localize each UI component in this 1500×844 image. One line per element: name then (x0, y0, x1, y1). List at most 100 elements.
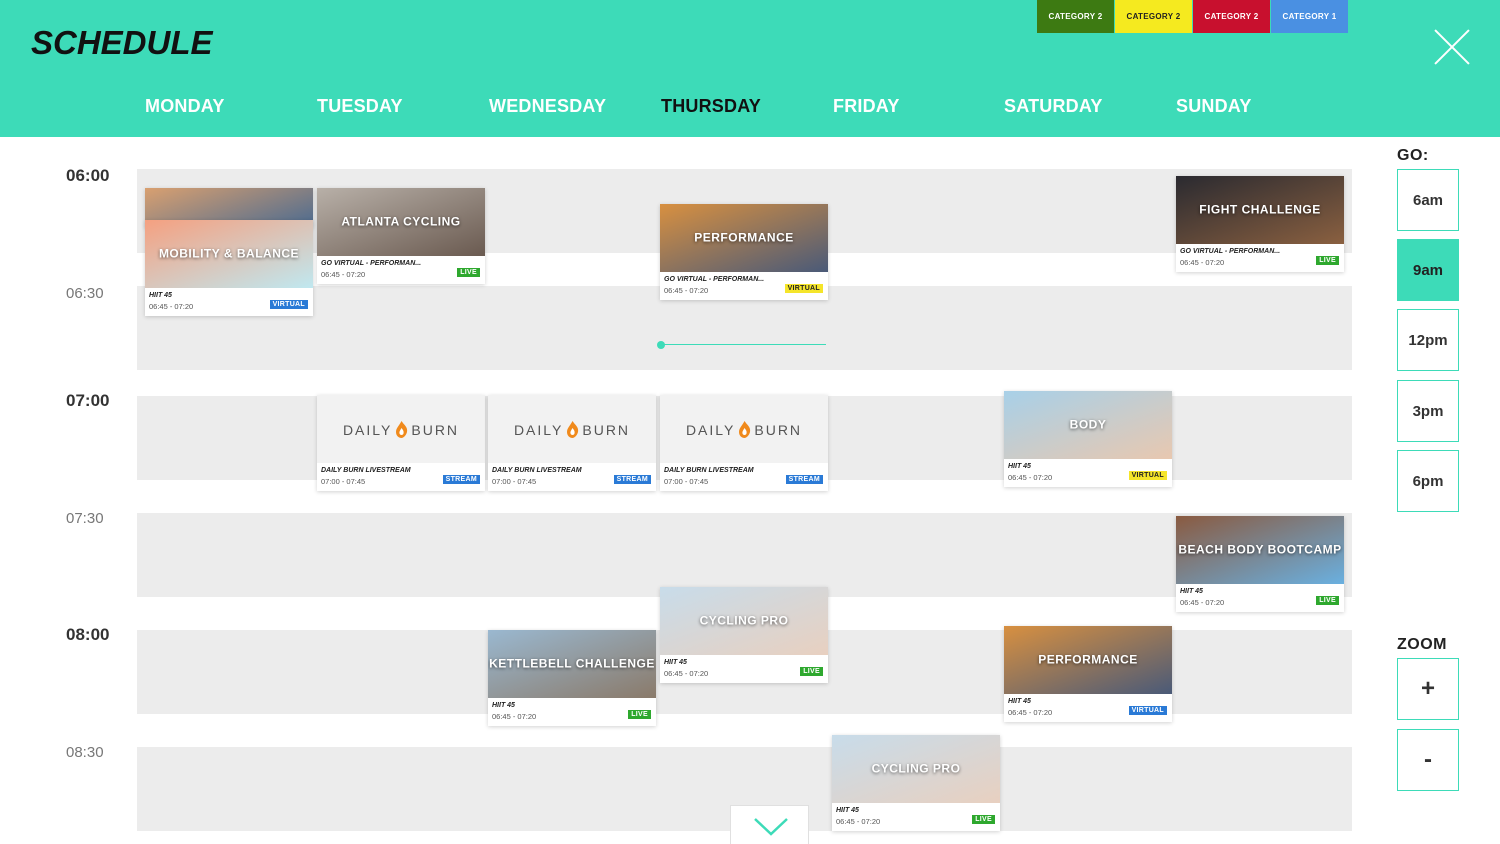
event-badge: LIVE (800, 667, 823, 676)
event-badge: STREAM (613, 475, 651, 484)
event-card[interactable]: CYCLING PRO HIIT 45 06:45 - 07:20 LIVE (660, 587, 828, 683)
current-time-dot (657, 341, 665, 349)
zoom-out-button[interactable]: - (1397, 729, 1459, 791)
event-name: DAILY BURN LIVESTREAM (321, 467, 411, 474)
event-badge: VIRTUAL (784, 284, 823, 293)
page-title: SCHEDULE (31, 24, 213, 61)
event-thumbnail-title: PERFORMANCE (694, 230, 794, 245)
event-time: 06:45 - 07:20 (492, 712, 537, 721)
event-name: HIIT 45 (149, 292, 172, 299)
day-tabs: MONDAY TUESDAY WEDNESDAY THURSDAY FRIDAY… (0, 96, 1500, 120)
event-thumbnail-title: ATLANTA CYCLING (341, 214, 461, 229)
time-label: 08:30 (66, 744, 104, 761)
tab-thursday[interactable]: THURSDAY (661, 96, 761, 117)
event-thumbnail-title: CYCLING PRO (699, 613, 789, 628)
category-filter-2[interactable]: CATEGORY 2 (1193, 0, 1270, 33)
category-filter-1[interactable]: CATEGORY 2 (1115, 0, 1192, 33)
event-card[interactable]: BODY HIIT 45 06:45 - 07:20 VIRTUAL (1004, 391, 1172, 487)
event-time: 07:00 - 07:45 (492, 477, 537, 486)
event-time: 06:45 - 07:20 (149, 302, 194, 311)
event-thumbnail-title: MOBILITY & BALANCE (158, 246, 300, 261)
event-thumbnail: BEACH BODY BOOTCAMP (1176, 516, 1344, 584)
go-3pm-button[interactable]: 3pm (1397, 380, 1459, 442)
event-thumbnail: FIGHT CHALLENGE (1176, 176, 1344, 244)
event-thumbnail: BODY (1004, 391, 1172, 459)
event-thumbnail-title: FIGHT CHALLENGE (1199, 202, 1321, 217)
event-name: GO VIRTUAL - PERFORMAN... (321, 260, 422, 267)
time-label: 08:00 (66, 625, 110, 644)
tab-wednesday[interactable]: WEDNESDAY (489, 96, 606, 117)
event-badge: VIRTUAL (1128, 471, 1167, 480)
event-card[interactable]: DAILY BURN DAILY BURN LIVESTREAM 07:00 - 07… (660, 395, 828, 491)
event-card[interactable]: ATLANTA CYCLING GO VIRTUAL - PERFORMAN...… (317, 188, 485, 284)
event-thumbnail: MOBILITY & BALANCE (145, 220, 313, 288)
event-badge: LIVE (1316, 256, 1339, 265)
event-badge: VIRTUAL (269, 300, 308, 309)
tab-monday[interactable]: MONDAY (145, 96, 225, 117)
go-12pm-button[interactable]: 12pm (1397, 309, 1459, 371)
event-card[interactable]: DAILY BURN DAILY BURN LIVESTREAM 07:00 - 07… (317, 395, 485, 491)
event-thumbnail: PERFORMANCE (1004, 626, 1172, 694)
time-band (137, 513, 1352, 597)
event-name: HIIT 45 (836, 807, 859, 814)
event-card[interactable]: MOBILITY & BALANCE HIIT 45 06:45 - 07:20 VI… (145, 220, 313, 316)
time-label: 07:00 (66, 391, 110, 410)
event-time: 06:45 - 07:20 (1180, 258, 1225, 267)
event-badge: STREAM (442, 475, 480, 484)
event-card[interactable]: DAILY BURN DAILY BURN LIVESTREAM 07:00 - 07… (488, 395, 656, 491)
event-name: DAILY BURN LIVESTREAM (492, 467, 582, 474)
event-thumbnail: DAILY BURN (660, 395, 828, 463)
event-card[interactable]: BEACH BODY BOOTCAMP HIIT 45 06:45 - 07:20 L… (1176, 516, 1344, 612)
event-time: 06:45 - 07:20 (1008, 473, 1053, 482)
event-time: 07:00 - 07:45 (664, 477, 709, 486)
event-name: GO VIRTUAL - PERFORMAN... (1180, 248, 1281, 255)
event-name: HIIT 45 (1008, 698, 1031, 705)
event-thumbnail-title: BEACH BODY BOOTCAMP (1178, 542, 1342, 557)
event-thumbnail: CYCLING PRO (660, 587, 828, 655)
event-card[interactable]: FIGHT CHALLENGE GO VIRTUAL - PERFORMAN...… (1176, 176, 1344, 272)
event-badge: LIVE (1316, 596, 1339, 605)
event-name: HIIT 45 (664, 659, 687, 666)
event-thumbnail: DAILY BURN (488, 395, 656, 463)
go-6pm-button[interactable]: 6pm (1397, 450, 1459, 512)
go-6am-button[interactable]: 6am (1397, 169, 1459, 231)
daily-burn-logo: DAILY BURN (685, 421, 803, 438)
event-name: HIIT 45 (1180, 588, 1203, 595)
tab-sunday[interactable]: SUNDAY (1176, 96, 1252, 117)
tab-tuesday[interactable]: TUESDAY (317, 96, 403, 117)
event-card[interactable]: PERFORMANCE GO VIRTUAL - PERFORMAN... 06:4… (660, 204, 828, 300)
current-time-line (661, 344, 826, 345)
tab-friday[interactable]: FRIDAY (833, 96, 900, 117)
chevron-down-icon (754, 818, 788, 836)
header: SCHEDULE CATEGORY 2 CATEGORY 2 CATEGORY … (0, 0, 1500, 137)
category-filter-0[interactable]: CATEGORY 2 (1037, 0, 1114, 33)
event-card[interactable]: PERFORMANCE HIIT 45 06:45 - 07:20 VIRTUAL (1004, 626, 1172, 722)
scroll-down-button[interactable] (730, 805, 809, 844)
time-label: 06:00 (66, 166, 110, 185)
daily-burn-logo: DAILY BURN (513, 421, 631, 438)
category-filter-3[interactable]: CATEGORY 1 (1271, 0, 1348, 33)
event-thumbnail-title: CYCLING PRO (871, 761, 961, 776)
close-icon[interactable] (1432, 27, 1472, 67)
event-time: 06:45 - 07:20 (1180, 598, 1225, 607)
event-name: GO VIRTUAL - PERFORMAN... (664, 276, 765, 283)
go-9am-button[interactable]: 9am (1397, 239, 1459, 301)
event-thumbnail-title: BODY (1069, 417, 1107, 432)
event-badge: STREAM (785, 475, 823, 484)
category-filters: CATEGORY 2 CATEGORY 2 CATEGORY 2 CATEGOR… (1037, 0, 1349, 33)
event-card[interactable]: KETTLEBELL CHALLENGE HIIT 45 06:45 - 07:20… (488, 630, 656, 726)
event-badge: LIVE (457, 268, 480, 277)
event-thumbnail-title: PERFORMANCE (1038, 652, 1138, 667)
event-badge: LIVE (628, 710, 651, 719)
event-time: 06:45 - 07:20 (321, 270, 366, 279)
event-thumbnail: CYCLING PRO (832, 735, 1000, 803)
event-card[interactable]: CYCLING PRO HIIT 45 06:45 - 07:20 LIVE (832, 735, 1000, 831)
event-thumbnail: ATLANTA CYCLING (317, 188, 485, 256)
event-time: 06:45 - 07:20 (836, 817, 881, 826)
event-thumbnail: DAILY BURN (317, 395, 485, 463)
event-thumbnail-title: KETTLEBELL CHALLENGE (489, 656, 655, 671)
zoom-in-button[interactable]: + (1397, 658, 1459, 720)
tab-saturday[interactable]: SATURDAY (1004, 96, 1103, 117)
event-badge: VIRTUAL (1128, 706, 1167, 715)
flame-icon (396, 421, 408, 438)
